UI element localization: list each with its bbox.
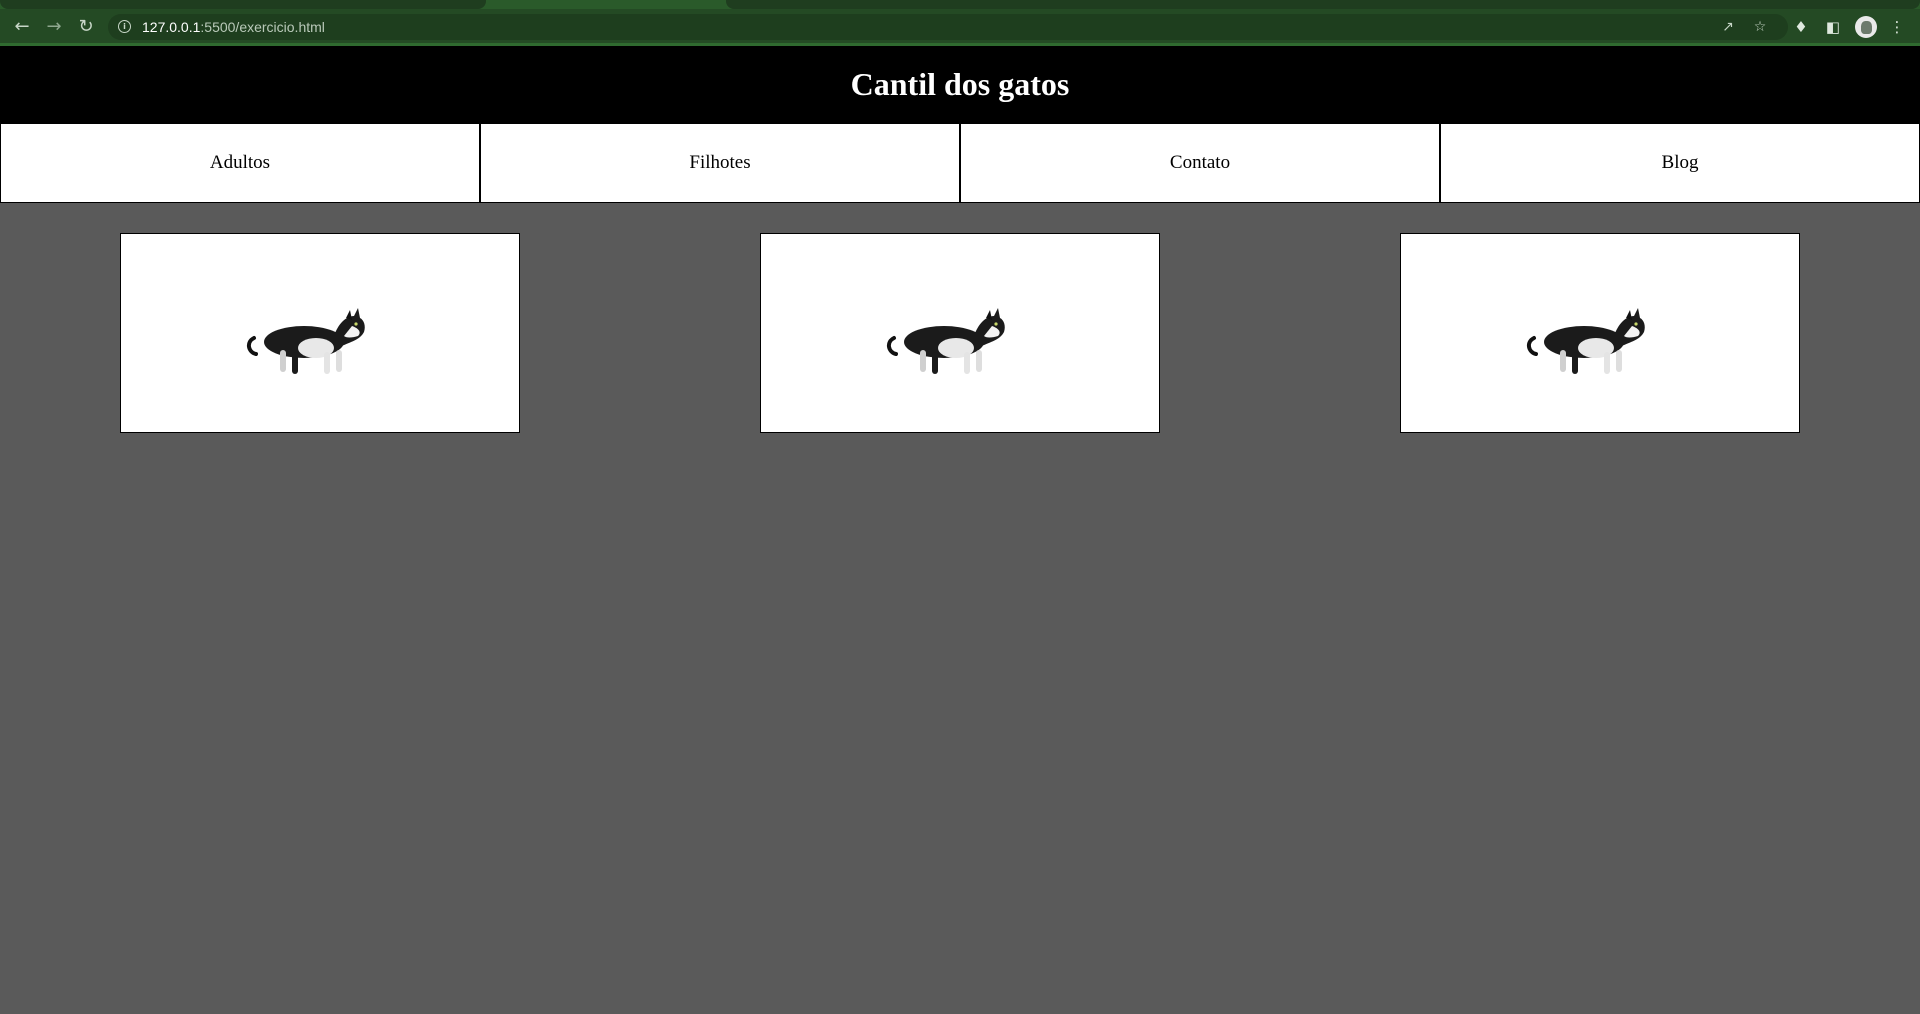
nav-item-adultos[interactable]: Adultos	[0, 123, 480, 203]
kebab-menu-icon[interactable]: ⋮	[1886, 16, 1908, 38]
puzzle-icon[interactable]: ♦	[1790, 16, 1812, 38]
cat-image	[887, 308, 1005, 374]
main-nav: Adultos Filhotes Contato Blog	[0, 123, 1920, 203]
nav-item-blog[interactable]: Blog	[1440, 123, 1920, 203]
cat-card	[760, 233, 1160, 433]
tab-strip	[0, 0, 1920, 9]
url-path: :5500/exercicio.html	[200, 19, 325, 35]
cat-image	[1527, 308, 1645, 374]
address-bar[interactable]: i 127.0.0.1:5500/exercicio.html ↗ ☆	[108, 14, 1788, 40]
url-host: 127.0.0.1	[142, 19, 201, 35]
reload-icon[interactable]: ↻	[72, 13, 100, 41]
side-panel-icon[interactable]: ◧	[1822, 16, 1844, 38]
cat-image	[247, 308, 365, 374]
browser-tab[interactable]	[0, 0, 486, 9]
nav-item-filhotes[interactable]: Filhotes	[480, 123, 960, 203]
site-header: Cantil dos gatos	[0, 46, 1920, 123]
nav-item-contato[interactable]: Contato	[960, 123, 1440, 203]
page-title: Cantil dos gatos	[850, 66, 1070, 102]
browser-chrome: ← → ↻ i 127.0.0.1:5500/exercicio.html ↗ …	[0, 0, 1920, 46]
browser-tab[interactable]	[726, 0, 1920, 9]
forward-arrow-icon[interactable]: →	[40, 13, 68, 41]
avatar[interactable]	[1855, 16, 1877, 38]
cat-card	[120, 233, 520, 433]
cat-card	[1400, 233, 1800, 433]
share-icon[interactable]: ↗	[1718, 17, 1738, 37]
star-icon[interactable]: ☆	[1750, 17, 1770, 37]
back-arrow-icon[interactable]: ←	[8, 13, 36, 41]
url-text[interactable]: 127.0.0.1:5500/exercicio.html	[142, 18, 325, 36]
cat-gallery	[0, 233, 1920, 433]
info-icon[interactable]: i	[118, 20, 131, 33]
